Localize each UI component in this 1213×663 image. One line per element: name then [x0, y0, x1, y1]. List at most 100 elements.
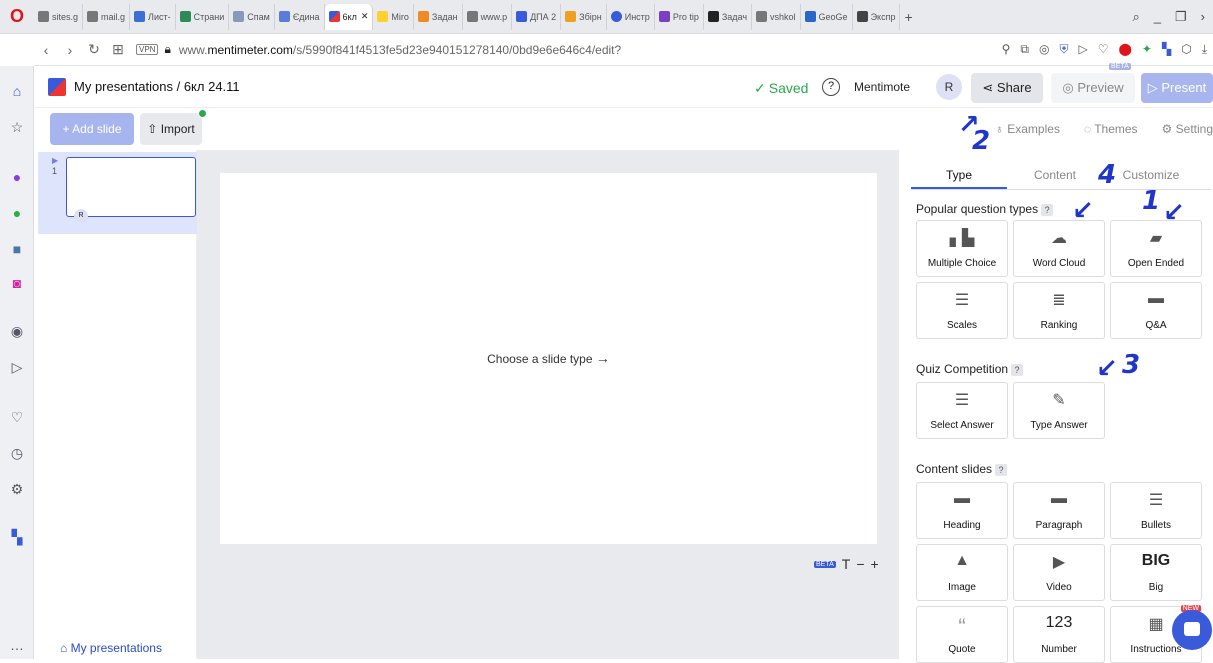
- add-slide-button[interactable]: + Add slide: [50, 113, 134, 145]
- select-answer-card[interactable]: ☰ Select Answer: [916, 382, 1008, 439]
- multiple-choice-card[interactable]: ▖▙ Multiple Choice: [916, 220, 1008, 277]
- mentimeter-logo-icon[interactable]: [48, 77, 66, 96]
- browser-tab[interactable]: Экспр: [853, 3, 901, 30]
- search-tabs-icon[interactable]: ⌕: [1132, 9, 1139, 25]
- grid-icon[interactable]: ⊞: [106, 41, 130, 58]
- send-icon[interactable]: ▷: [1078, 42, 1087, 57]
- heart-icon[interactable]: ♡: [1098, 42, 1109, 57]
- bookmark-icon: [565, 11, 577, 22]
- themes-button[interactable]: ◌ Themes: [1084, 122, 1138, 136]
- increase-button[interactable]: +: [871, 556, 879, 572]
- type-answer-card[interactable]: ✎ Type Answer: [1013, 382, 1105, 439]
- open-ended-card[interactable]: ▰ Open Ended: [1110, 220, 1202, 277]
- avatar[interactable]: R: [936, 74, 962, 100]
- extension-icon[interactable]: ✦: [1142, 42, 1152, 57]
- number-card[interactable]: 123 Number: [1013, 606, 1105, 663]
- browser-tab[interactable]: Збірн: [561, 3, 607, 30]
- video-card[interactable]: ▶ Video: [1013, 544, 1105, 601]
- browser-tab[interactable]: Задач: [704, 3, 753, 30]
- word-cloud-card[interactable]: ☁ Word Cloud: [1013, 220, 1105, 277]
- forward-icon[interactable]: ›: [58, 42, 82, 58]
- instagram-icon[interactable]: ◙: [8, 274, 26, 292]
- preview-button[interactable]: ◎ Preview: [1051, 73, 1135, 103]
- help-icon[interactable]: ?: [1011, 364, 1024, 376]
- browser-tab[interactable]: Єдина: [275, 3, 325, 30]
- whatsapp-icon[interactable]: ●: [8, 204, 26, 222]
- tab-customize[interactable]: Customize: [1103, 160, 1199, 189]
- mentimote-link[interactable]: Mentimote: [854, 80, 910, 94]
- history-icon[interactable]: ◷: [8, 444, 26, 462]
- help-icon[interactable]: ?: [822, 78, 840, 96]
- vpn-badge[interactable]: VPN: [136, 44, 159, 55]
- camera-icon[interactable]: ◎: [1039, 42, 1049, 57]
- browser-tab[interactable]: sites.g: [34, 3, 84, 30]
- translate-icon[interactable]: ▚: [1162, 42, 1171, 57]
- browser-tab[interactable]: vshkol: [752, 3, 801, 30]
- heart-icon[interactable]: ♡: [8, 408, 26, 426]
- translate-icon[interactable]: ▚: [8, 528, 26, 546]
- settings-icon[interactable]: ⚙: [8, 480, 26, 498]
- ranking-card[interactable]: ≣ Ranking: [1013, 282, 1105, 339]
- browser-tab[interactable]: Лист-: [130, 3, 176, 30]
- speed-dial-icon[interactable]: ☆: [8, 118, 26, 136]
- browser-tab[interactable]: Pro tip: [655, 3, 704, 30]
- download-icon[interactable]: ⤓: [1202, 42, 1207, 57]
- new-tab-button[interactable]: +: [900, 4, 916, 30]
- browser-tab[interactable]: Задан: [414, 3, 463, 30]
- browser-tab-active[interactable]: 6кл ✕: [324, 3, 374, 30]
- browser-tab[interactable]: mail.g: [83, 3, 131, 30]
- browser-tab[interactable]: Miro: [373, 3, 414, 30]
- settings-button[interactable]: ⚙ Setting: [1162, 122, 1213, 136]
- my-presentations-link[interactable]: ⌂ My presentations: [60, 641, 162, 655]
- cube-icon[interactable]: ⬡: [1181, 42, 1191, 57]
- shield-icon[interactable]: ⛨: [1059, 42, 1068, 57]
- examples-button[interactable]: ♁ Examples: [995, 122, 1060, 136]
- browser-tab[interactable]: www.p: [463, 3, 513, 30]
- minimize-icon[interactable]: _: [1154, 9, 1161, 25]
- bullets-card[interactable]: ☰ Bullets: [1110, 482, 1202, 539]
- address-bar-icons: ⚲ ⧉ ◎ ⛨ ▷ ♡ ⬤ ✦ ▚ ⬡ ⤓: [1002, 42, 1213, 57]
- home-icon[interactable]: ⌂: [8, 82, 26, 100]
- opera-logo-icon[interactable]: O: [0, 0, 34, 34]
- big-card[interactable]: BIG Big: [1110, 544, 1202, 601]
- scales-card[interactable]: ☰ Scales: [916, 282, 1008, 339]
- share-button[interactable]: ⋖ Share: [971, 73, 1043, 103]
- paragraph-card[interactable]: ▬ Paragraph: [1013, 482, 1105, 539]
- browser-tab[interactable]: Спам: [229, 3, 275, 30]
- slide-preview[interactable]: Choose a slide type →: [220, 173, 877, 544]
- heading-card[interactable]: ▬ Heading: [916, 482, 1008, 539]
- browser-tab[interactable]: Инстр: [607, 3, 655, 30]
- player-icon[interactable]: ◉: [8, 322, 26, 340]
- qa-card[interactable]: ▬ Q&A: [1110, 282, 1202, 339]
- messenger-icon[interactable]: ●: [8, 168, 26, 186]
- back-icon[interactable]: ‹: [34, 42, 58, 58]
- image-card[interactable]: ▲ Image: [916, 544, 1008, 601]
- close-tab-icon[interactable]: ✕: [361, 11, 369, 22]
- vk-icon[interactable]: ■: [8, 240, 26, 258]
- text-size-icon[interactable]: T: [842, 556, 851, 572]
- tab-type[interactable]: Type: [911, 160, 1007, 189]
- overflow-icon[interactable]: ›: [1201, 9, 1205, 25]
- reload-icon[interactable]: ↻: [82, 41, 106, 58]
- browser-tab[interactable]: ДПА 2: [512, 3, 562, 30]
- decrease-button[interactable]: −: [856, 556, 864, 572]
- slide-thumbnail-selected[interactable]: ▶ 1 R: [38, 152, 197, 234]
- browser-tab[interactable]: GeoGe: [801, 3, 853, 30]
- adblock-icon[interactable]: ⬤: [1118, 42, 1131, 57]
- import-button[interactable]: ⇧ Import: [140, 109, 207, 145]
- breadcrumb[interactable]: My presentations / 6кл 24.11: [74, 79, 240, 94]
- slide-thumbnail[interactable]: [66, 157, 196, 217]
- more-icon[interactable]: …: [8, 636, 26, 654]
- restore-icon[interactable]: ❐: [1175, 9, 1187, 25]
- snapshot-icon[interactable]: ⧉: [1020, 42, 1029, 57]
- help-icon[interactable]: ?: [1041, 204, 1054, 216]
- present-button[interactable]: ▷ Present: [1141, 73, 1213, 103]
- search-icon[interactable]: ⚲: [1002, 42, 1011, 57]
- help-icon[interactable]: ?: [995, 464, 1008, 476]
- chat-support-button[interactable]: [1172, 610, 1212, 650]
- quote-card[interactable]: “Quote: [916, 606, 1008, 663]
- browser-tab[interactable]: Страни: [176, 3, 230, 30]
- tab-content[interactable]: Content: [1007, 160, 1103, 189]
- send-icon[interactable]: ▷: [8, 358, 26, 376]
- url-field[interactable]: www.mentimeter.com/s/5990f841f4513fe5d23…: [179, 43, 621, 57]
